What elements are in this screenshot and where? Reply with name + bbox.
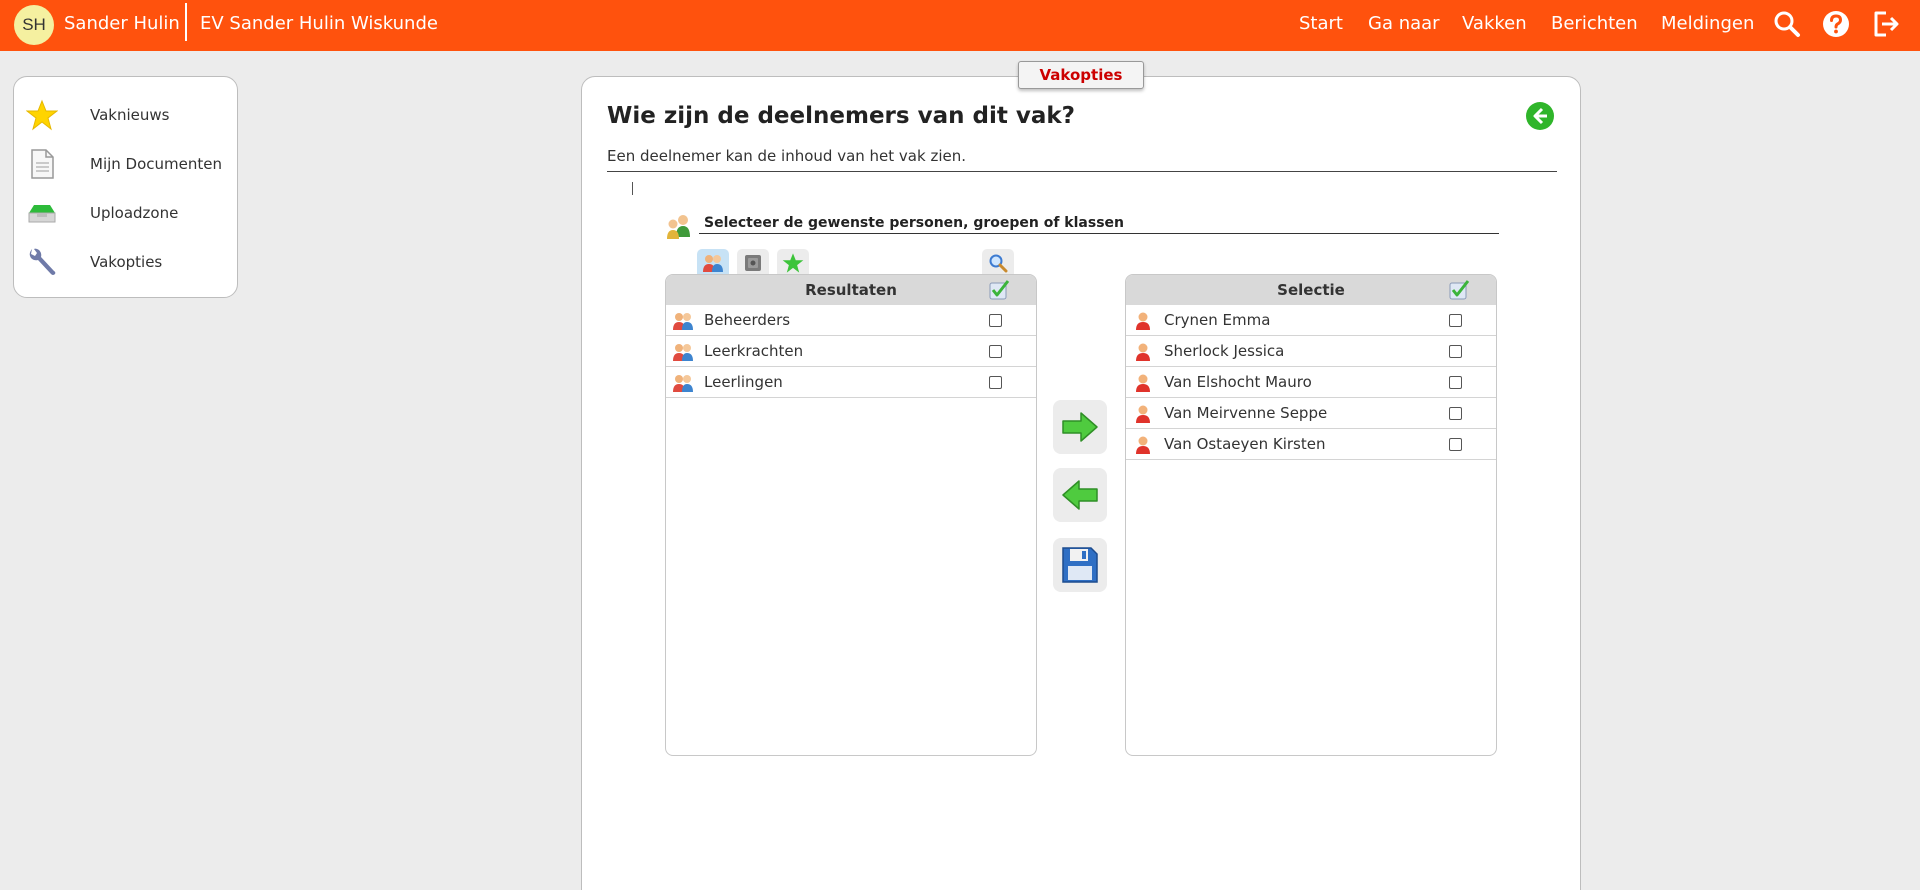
person-icon bbox=[1136, 374, 1150, 392]
row-checkbox[interactable] bbox=[1449, 407, 1462, 420]
sidebar-item-vaknieuws[interactable]: Vaknieuws bbox=[26, 95, 226, 135]
help-icon[interactable] bbox=[1820, 8, 1852, 40]
back-arrow-icon[interactable] bbox=[1525, 101, 1555, 131]
group-icon bbox=[673, 375, 693, 392]
group-icon bbox=[673, 344, 693, 361]
safe-icon bbox=[745, 255, 761, 271]
nav-vakken[interactable]: Vakken bbox=[1462, 13, 1527, 34]
sidebar-item-vakopties[interactable]: Vakopties bbox=[26, 242, 226, 282]
results-list: Resultaten Beheerders Leerkrachten Leerl… bbox=[665, 274, 1037, 756]
person-icon bbox=[1136, 436, 1150, 454]
row-checkbox[interactable] bbox=[1449, 314, 1462, 327]
nav-berichten[interactable]: Berichten bbox=[1551, 13, 1638, 34]
course-title[interactable]: EV Sander Hulin Wiskunde bbox=[200, 13, 438, 34]
divider bbox=[607, 171, 1557, 172]
wrench-icon bbox=[29, 248, 56, 275]
list-item[interactable]: Leerlingen bbox=[666, 367, 1036, 398]
person-icon bbox=[1136, 312, 1150, 330]
filter-favorites-button[interactable] bbox=[777, 249, 809, 277]
filter-classes-button[interactable] bbox=[737, 249, 769, 277]
list-item[interactable]: Van Meirvenne Seppe bbox=[1126, 398, 1496, 429]
filter-groups-button[interactable] bbox=[697, 249, 729, 277]
row-checkbox[interactable] bbox=[989, 376, 1002, 389]
floppy-disk-icon bbox=[1062, 547, 1098, 583]
row-checkbox[interactable] bbox=[1449, 438, 1462, 451]
document-icon bbox=[31, 149, 54, 179]
people-select-icon bbox=[667, 215, 690, 239]
avatar[interactable]: SH bbox=[14, 5, 54, 45]
list-item-label: Van Elshocht Mauro bbox=[1164, 373, 1312, 391]
sidebar-item-label: Vakopties bbox=[90, 253, 163, 271]
page-title: Wie zijn de deelnemers van dit vak? bbox=[607, 103, 1075, 129]
main-panel: Wie zijn de deelnemers van dit vak? Een … bbox=[581, 76, 1581, 890]
person-icon bbox=[1136, 405, 1150, 423]
star-icon bbox=[26, 99, 58, 131]
row-checkbox[interactable] bbox=[989, 314, 1002, 327]
arrow-right-icon bbox=[1062, 412, 1098, 442]
sidebar: Vaknieuws Mijn Documenten Uploadzone Vak… bbox=[13, 76, 238, 298]
selection-header: Selectie bbox=[1126, 275, 1496, 305]
logout-icon[interactable] bbox=[1869, 8, 1901, 40]
add-to-selection-button[interactable] bbox=[1053, 400, 1107, 454]
list-item-label: Van Meirvenne Seppe bbox=[1164, 404, 1328, 422]
save-button[interactable] bbox=[1053, 538, 1107, 592]
list-item[interactable]: Crynen Emma bbox=[1126, 305, 1496, 336]
select-all-check-icon[interactable] bbox=[1448, 279, 1470, 301]
selector-heading: Selecteer de gewenste personen, groepen … bbox=[704, 215, 1124, 231]
tray-icon bbox=[28, 205, 56, 223]
top-divider bbox=[185, 3, 187, 41]
favorite-star-icon bbox=[782, 253, 804, 273]
list-item-label: Leerlingen bbox=[704, 373, 783, 391]
nav-ga-naar[interactable]: Ga naar bbox=[1368, 13, 1440, 34]
username[interactable]: Sander Hulin bbox=[64, 13, 180, 34]
group-icon bbox=[703, 255, 723, 272]
top-bar: SH Sander Hulin EV Sander Hulin Wiskunde… bbox=[0, 0, 1920, 51]
sidebar-item-mijn-documenten[interactable]: Mijn Documenten bbox=[26, 144, 226, 184]
sidebar-item-label: Mijn Documenten bbox=[90, 155, 222, 173]
magnifier-icon bbox=[989, 254, 1008, 273]
row-checkbox[interactable] bbox=[989, 345, 1002, 358]
search-icon[interactable] bbox=[1771, 8, 1803, 40]
selection-list: Selectie Crynen Emma Sherlock Jessica Va… bbox=[1125, 274, 1497, 756]
page-subtitle: Een deelnemer kan de inhoud van het vak … bbox=[607, 147, 966, 165]
arrow-left-icon bbox=[1062, 480, 1098, 510]
sidebar-item-label: Vaknieuws bbox=[90, 106, 170, 124]
sidebar-item-uploadzone[interactable]: Uploadzone bbox=[26, 193, 226, 233]
list-item[interactable]: Sherlock Jessica bbox=[1126, 336, 1496, 367]
heading-underline bbox=[699, 233, 1499, 234]
nav-start[interactable]: Start bbox=[1299, 13, 1343, 34]
select-all-check-icon[interactable] bbox=[988, 279, 1010, 301]
vakopties-tab-button[interactable]: Vakopties bbox=[1018, 61, 1144, 89]
list-item-label: Van Ostaeyen Kirsten bbox=[1164, 435, 1326, 453]
list-item-label: Crynen Emma bbox=[1164, 311, 1271, 329]
group-icon bbox=[673, 313, 693, 330]
results-title: Resultaten bbox=[805, 281, 897, 299]
list-item[interactable]: Van Elshocht Mauro bbox=[1126, 367, 1496, 398]
text-caret bbox=[632, 182, 633, 195]
sidebar-item-label: Uploadzone bbox=[90, 204, 179, 222]
person-icon bbox=[1136, 343, 1150, 361]
list-item-label: Leerkrachten bbox=[704, 342, 804, 360]
list-item[interactable]: Leerkrachten bbox=[666, 336, 1036, 367]
row-checkbox[interactable] bbox=[1449, 376, 1462, 389]
list-item-label: Sherlock Jessica bbox=[1164, 342, 1285, 360]
nav-meldingen[interactable]: Meldingen bbox=[1661, 13, 1754, 34]
remove-from-selection-button[interactable] bbox=[1053, 468, 1107, 522]
selection-title: Selectie bbox=[1277, 281, 1345, 299]
row-checkbox[interactable] bbox=[1449, 345, 1462, 358]
list-item-label: Beheerders bbox=[704, 311, 791, 329]
list-item[interactable]: Beheerders bbox=[666, 305, 1036, 336]
list-item[interactable]: Van Ostaeyen Kirsten bbox=[1126, 429, 1496, 460]
search-people-button[interactable] bbox=[982, 249, 1014, 277]
results-header: Resultaten bbox=[666, 275, 1036, 305]
